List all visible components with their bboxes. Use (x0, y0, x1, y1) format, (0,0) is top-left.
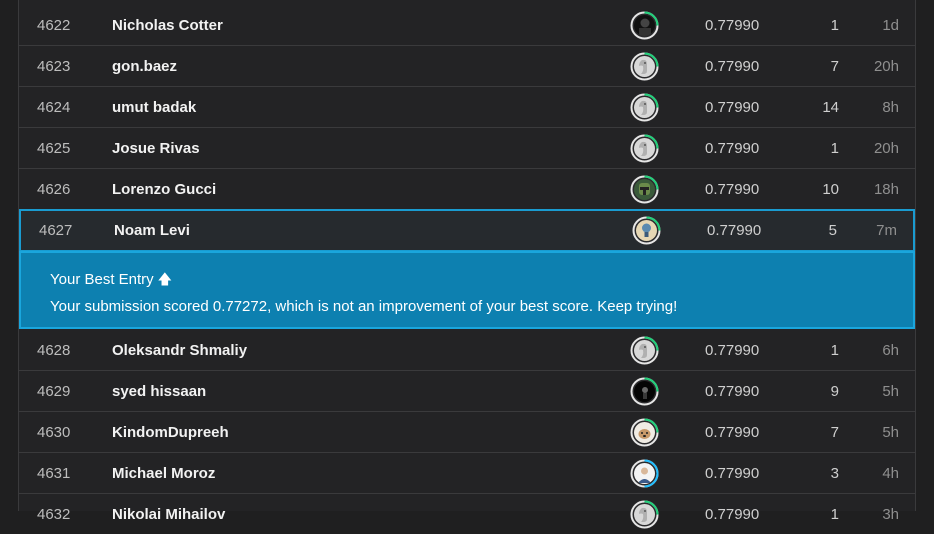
table-row[interactable]: 4623 gon.baez 0.77990 7 20h (19, 46, 915, 87)
arrow-up-icon: 🡅 (157, 271, 173, 287)
table-row[interactable]: 4625 Josue Rivas 0.77990 1 20h (19, 128, 915, 169)
default-goose-avatar-icon (634, 137, 655, 159)
avatar[interactable] (630, 499, 659, 529)
team-name[interactable]: Nicholas Cotter (112, 17, 223, 34)
lightbulb-avatar-icon (636, 220, 657, 241)
entries-count: 1 (830, 16, 839, 34)
entries-count: 5 (828, 222, 837, 239)
entries-count: 1 (830, 505, 839, 523)
team-name[interactable]: Josue Rivas (112, 140, 200, 157)
last-submission: 3h (882, 505, 899, 523)
leaderboard: 4622 Nicholas Cotter 0.77990 1 1d 4623 g… (18, 0, 916, 529)
avatar[interactable] (630, 10, 659, 40)
team-name[interactable]: Noam Levi (114, 222, 190, 239)
rank: 4630 (37, 423, 71, 441)
table-row[interactable]: 4626 Lorenzo Gucci 0.77990 10 18h (19, 169, 915, 210)
last-submission: 20h (873, 57, 899, 75)
last-submission: 7m (876, 222, 897, 239)
score: 0.77990 (705, 464, 760, 482)
last-submission: 5h (882, 382, 899, 400)
avatar[interactable] (630, 174, 659, 204)
rank: 4626 (37, 180, 71, 198)
avatar[interactable] (630, 51, 659, 81)
avatar[interactable] (630, 335, 659, 365)
avatar[interactable] (630, 133, 659, 163)
person-photo-avatar-icon (634, 462, 655, 484)
score: 0.77990 (705, 382, 760, 400)
banner-title: Your Best Entry 🡅 (50, 269, 172, 293)
rank: 4627 (39, 222, 73, 239)
team-name[interactable]: Oleksandr Shmaliy (112, 342, 247, 359)
table-row[interactable]: 4631 Michael Moroz 0.77990 3 4h (19, 453, 915, 494)
rank: 4623 (37, 57, 71, 75)
team-name[interactable]: syed hissaan (112, 383, 206, 400)
entries-count: 10 (822, 180, 839, 198)
entries-count: 1 (830, 139, 839, 157)
table-row[interactable]: 4632 Nikolai Mihailov 0.77990 1 3h (19, 494, 915, 534)
entries-count: 7 (830, 57, 839, 75)
entries-count: 1 (830, 341, 839, 359)
entries-count: 7 (830, 423, 839, 441)
team-name[interactable]: Lorenzo Gucci (112, 181, 216, 198)
dark-figure-avatar-icon (634, 380, 655, 402)
last-submission: 18h (873, 180, 899, 198)
team-name[interactable]: umut badak (112, 99, 196, 116)
team-name[interactable]: Michael Moroz (112, 465, 215, 482)
rank: 4631 (37, 464, 71, 482)
score: 0.77990 (705, 180, 760, 198)
banner-message: Your submission scored 0.77272, which is… (50, 298, 678, 315)
rank: 4632 (37, 505, 71, 523)
last-submission: 20h (873, 139, 899, 157)
banner-title-text: Your Best Entry (50, 271, 154, 288)
table-row[interactable]: 4624 umut badak 0.77990 14 8h (19, 87, 915, 128)
score: 0.77990 (705, 423, 760, 441)
last-submission: 1d (882, 16, 899, 34)
default-goose-avatar-icon (634, 503, 655, 525)
rank: 4622 (37, 16, 71, 34)
score: 0.77990 (705, 139, 760, 157)
boba-fett-avatar-icon (634, 178, 655, 200)
team-name[interactable]: KindomDupreeh (112, 424, 229, 441)
entries-count: 3 (830, 464, 839, 482)
avatar[interactable] (630, 458, 659, 488)
avatar[interactable] (632, 216, 661, 245)
rank: 4628 (37, 341, 71, 359)
last-submission: 5h (882, 423, 899, 441)
dog-avatar-icon (634, 421, 655, 443)
score: 0.77990 (707, 222, 762, 239)
rank: 4624 (37, 98, 71, 116)
default-goose-avatar-icon (634, 96, 655, 118)
table-row[interactable]: 4630 KindomDupreeh 0.77990 7 5h (19, 412, 915, 453)
rank: 4625 (37, 139, 71, 157)
score: 0.77990 (705, 57, 760, 75)
entries-count: 9 (830, 382, 839, 400)
entries-count: 14 (822, 98, 839, 116)
team-name[interactable]: Nikolai Mihailov (112, 506, 225, 523)
avatar[interactable] (630, 417, 659, 447)
score: 0.77990 (705, 98, 760, 116)
last-submission: 8h (882, 98, 899, 116)
table-row[interactable]: 4628 Oleksandr Shmaliy 0.77990 1 6h (19, 330, 915, 371)
dark-portrait-avatar-icon (634, 14, 655, 36)
avatar[interactable] (630, 92, 659, 122)
rank: 4629 (37, 382, 71, 400)
team-name[interactable]: gon.baez (112, 58, 177, 75)
table-row[interactable]: 4622 Nicholas Cotter 0.77990 1 1d (19, 5, 915, 46)
last-submission: 4h (882, 464, 899, 482)
score: 0.77990 (705, 505, 760, 523)
last-submission: 6h (882, 341, 899, 359)
avatar[interactable] (630, 376, 659, 406)
score: 0.77990 (705, 16, 760, 34)
default-goose-avatar-icon (634, 55, 655, 77)
default-goose-avatar-icon (634, 339, 655, 361)
current-user-row[interactable]: 4627 Noam Levi 0.77990 5 7m (19, 209, 915, 252)
best-entry-banner: Your Best Entry 🡅 Your submission scored … (19, 251, 915, 329)
table-row[interactable]: 4629 syed hissaan 0.77990 9 5h (19, 371, 915, 412)
score: 0.77990 (705, 341, 760, 359)
